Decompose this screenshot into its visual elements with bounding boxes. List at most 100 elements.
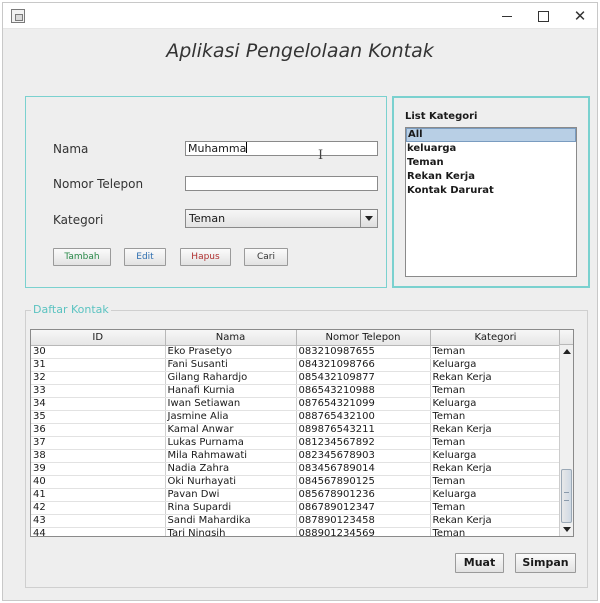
nama-label: Nama xyxy=(53,142,89,156)
table-row[interactable]: 33 Hanafi Kurnia 086543210988 Teman xyxy=(31,384,562,398)
window-app-icon[interactable] xyxy=(11,9,25,23)
hapus-button[interactable]: Hapus xyxy=(180,248,231,266)
table-cell: 36 xyxy=(31,423,166,437)
table-cell: 085432109877 xyxy=(296,371,431,385)
table-cell: 35 xyxy=(31,410,166,424)
table-cell: Iwan Setiawan xyxy=(165,397,297,411)
category-item[interactable]: Kontak Darurat xyxy=(406,184,576,198)
column-header[interactable]: Nama xyxy=(165,330,297,346)
table-cell: 37 xyxy=(31,436,166,450)
table-cell: Oki Nurhayati xyxy=(165,475,297,489)
table-cell: 40 xyxy=(31,475,166,489)
category-item[interactable]: All xyxy=(406,128,576,142)
table-cell: Sandi Mahardika xyxy=(165,514,297,528)
table-row[interactable]: 40 Oki Nurhayati 084567890125 Teman xyxy=(31,475,562,489)
muat-button[interactable]: Muat xyxy=(455,553,504,573)
table-cell: Pavan Dwi xyxy=(165,488,297,502)
chevron-down-icon[interactable] xyxy=(360,210,377,227)
table-cell: 34 xyxy=(31,397,166,411)
table-cell: 088901234569 xyxy=(296,527,431,536)
table-cell: 39 xyxy=(31,462,166,476)
table-cell: 089876543211 xyxy=(296,423,431,437)
table-cell: Teman xyxy=(430,475,562,489)
table-cell: Teman xyxy=(430,410,562,424)
contact-table-title: Daftar Kontak xyxy=(31,303,111,316)
kategori-label: Kategori xyxy=(53,213,104,227)
scroll-up-icon[interactable] xyxy=(560,345,573,357)
table-row[interactable]: 30 Eko Prasetyo 083210987655 Teman xyxy=(31,345,562,359)
table-cell: Rekan Kerja xyxy=(430,371,562,385)
table-cell: Mila Rahmawati xyxy=(165,449,297,463)
vertical-scrollbar[interactable] xyxy=(559,345,573,536)
kategori-select-value: Teman xyxy=(189,212,226,225)
scrollbar-thumb[interactable] xyxy=(561,469,572,523)
table-row[interactable]: 38 Mila Rahmawati 082345678903 Keluarga xyxy=(31,449,562,463)
table-cell: Teman xyxy=(430,527,562,536)
table-cell: 44 xyxy=(31,527,166,536)
contact-table: ID Nama Nomor Telepon Kategori 30 Eko Praset… xyxy=(31,330,562,536)
table-cell: Kamal Anwar xyxy=(165,423,297,437)
table-row[interactable]: 35 Jasmine Alia 088765432100 Teman xyxy=(31,410,562,424)
table-cell: Hanafi Kurnia xyxy=(165,384,297,398)
table-row[interactable]: 36 Kamal Anwar 089876543211 Rekan Kerja xyxy=(31,423,562,437)
table-cell: 086789012347 xyxy=(296,501,431,515)
kategori-select[interactable]: Teman xyxy=(185,209,378,228)
category-listbox[interactable]: All keluarga Teman Rekan Kerja Kontak Darura… xyxy=(405,127,577,277)
cari-button[interactable]: Cari xyxy=(244,248,288,266)
table-cell: Keluarga xyxy=(430,488,562,502)
category-list-title: List Kategori xyxy=(405,111,478,122)
table-row[interactable]: 31 Fani Susanti 084321098766 Keluarga xyxy=(31,358,562,372)
table-row[interactable]: 37 Lukas Purnama 081234567892 Teman xyxy=(31,436,562,450)
table-cell: Teman xyxy=(430,501,562,515)
scroll-corner xyxy=(559,330,573,345)
category-item[interactable]: keluarga xyxy=(406,142,576,156)
table-row[interactable]: 41 Pavan Dwi 085678901236 Keluarga xyxy=(31,488,562,502)
column-header[interactable]: Nomor Telepon xyxy=(296,330,431,346)
category-list-panel: List Kategori All keluarga Teman Rekan Kerj… xyxy=(392,96,590,288)
telepon-label: Nomor Telepon xyxy=(53,177,144,191)
table-cell: Nadia Zahra xyxy=(165,462,297,476)
nama-input[interactable]: Muhamma xyxy=(185,141,378,156)
table-cell: 086543210988 xyxy=(296,384,431,398)
table-cell: Rekan Kerja xyxy=(430,423,562,437)
table-cell: 42 xyxy=(31,501,166,515)
table-row[interactable]: 32 Gilang Rahardjo 085432109877 Rekan Kerja xyxy=(31,371,562,385)
table-cell: Keluarga xyxy=(430,358,562,372)
table-cell: Rekan Kerja xyxy=(430,514,562,528)
table-cell: Gilang Rahardjo xyxy=(165,371,297,385)
table-cell: Keluarga xyxy=(430,397,562,411)
table-cell: Rekan Kerja xyxy=(430,462,562,476)
table-row[interactable]: 42 Rina Supardi 086789012347 Teman xyxy=(31,501,562,515)
table-cell: Fani Susanti xyxy=(165,358,297,372)
contact-table-panel: Daftar Kontak ID Nama Nomor Telepon Kategor… xyxy=(25,303,588,588)
category-item[interactable]: Teman xyxy=(406,156,576,170)
edit-button[interactable]: Edit xyxy=(124,248,166,266)
table-row[interactable]: 39 Nadia Zahra 083456789014 Rekan Kerja xyxy=(31,462,562,476)
column-header[interactable]: ID xyxy=(31,330,166,346)
table-cell: Tari Ningsih xyxy=(165,527,297,536)
table-row[interactable]: 44 Tari Ningsih 088901234569 Teman xyxy=(31,527,562,536)
table-row[interactable]: 34 Iwan Setiawan 087654321099 Keluarga xyxy=(31,397,562,411)
table-cell: 083210987655 xyxy=(296,345,431,359)
column-header[interactable]: Kategori xyxy=(430,330,562,346)
category-item[interactable]: Rekan Kerja xyxy=(406,170,576,184)
table-cell: Keluarga xyxy=(430,449,562,463)
table-cell: 087654321099 xyxy=(296,397,431,411)
table-cell: 41 xyxy=(31,488,166,502)
table-cell: 31 xyxy=(31,358,166,372)
table-cell: 087890123458 xyxy=(296,514,431,528)
table-row[interactable]: 43 Sandi Mahardika 087890123458 Rekan Kerja xyxy=(31,514,562,528)
telepon-input[interactable] xyxy=(185,176,378,191)
tambah-button[interactable]: Tambah xyxy=(53,248,111,266)
table-cell: 083456789014 xyxy=(296,462,431,476)
maximize-icon[interactable] xyxy=(526,4,560,28)
table-cell: Rina Supardi xyxy=(165,501,297,515)
table-cell: Lukas Purnama xyxy=(165,436,297,450)
table-cell: 085678901236 xyxy=(296,488,431,502)
title-bar: ✕ xyxy=(3,3,597,29)
minimize-icon[interactable] xyxy=(490,4,524,28)
scroll-down-icon[interactable] xyxy=(560,524,573,536)
close-icon[interactable]: ✕ xyxy=(563,4,597,28)
table-cell: 082345678903 xyxy=(296,449,431,463)
simpan-button[interactable]: Simpan xyxy=(515,553,576,573)
